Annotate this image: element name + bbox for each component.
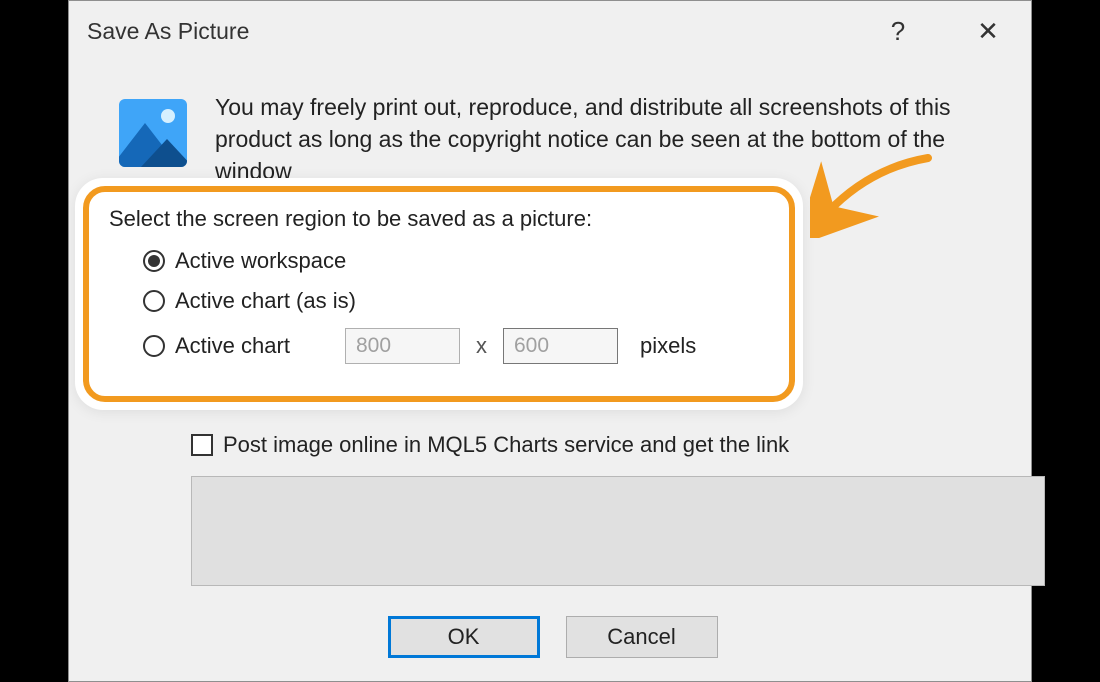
option-active-chart[interactable]: Active chart x pixels bbox=[143, 328, 769, 364]
link-textbox[interactable] bbox=[191, 476, 1045, 586]
size-separator: x bbox=[476, 333, 487, 359]
highlight-callout: Select the screen region to be saved as … bbox=[75, 178, 803, 410]
close-button[interactable]: ✕ bbox=[963, 6, 1013, 56]
info-row: You may freely print out, reproduce, and… bbox=[119, 91, 986, 188]
radio-active-chart-asis[interactable] bbox=[143, 290, 165, 312]
info-text: You may freely print out, reproduce, and… bbox=[215, 91, 986, 188]
dialog-title: Save As Picture bbox=[87, 18, 833, 45]
ok-button[interactable]: OK bbox=[388, 616, 540, 658]
button-row: OK Cancel bbox=[119, 616, 986, 658]
help-button[interactable]: ? bbox=[873, 6, 923, 56]
width-input[interactable] bbox=[345, 328, 460, 364]
radio-active-workspace[interactable] bbox=[143, 250, 165, 272]
radio-label: Active chart (as is) bbox=[175, 288, 356, 314]
height-input[interactable] bbox=[503, 328, 618, 364]
option-active-workspace[interactable]: Active workspace bbox=[143, 248, 769, 274]
titlebar: Save As Picture ? ✕ bbox=[69, 1, 1031, 61]
region-section-label: Select the screen region to be saved as … bbox=[109, 206, 769, 232]
post-online-row: Post image online in MQL5 Charts service… bbox=[191, 432, 986, 458]
radio-label: Active chart bbox=[175, 333, 335, 359]
cancel-button[interactable]: Cancel bbox=[566, 616, 718, 658]
size-unit-label: pixels bbox=[640, 333, 696, 359]
radio-label: Active workspace bbox=[175, 248, 346, 274]
post-online-label: Post image online in MQL5 Charts service… bbox=[223, 432, 789, 458]
post-online-checkbox[interactable] bbox=[191, 434, 213, 456]
picture-icon bbox=[119, 99, 187, 167]
option-active-chart-asis[interactable]: Active chart (as is) bbox=[143, 288, 769, 314]
radio-active-chart[interactable] bbox=[143, 335, 165, 357]
